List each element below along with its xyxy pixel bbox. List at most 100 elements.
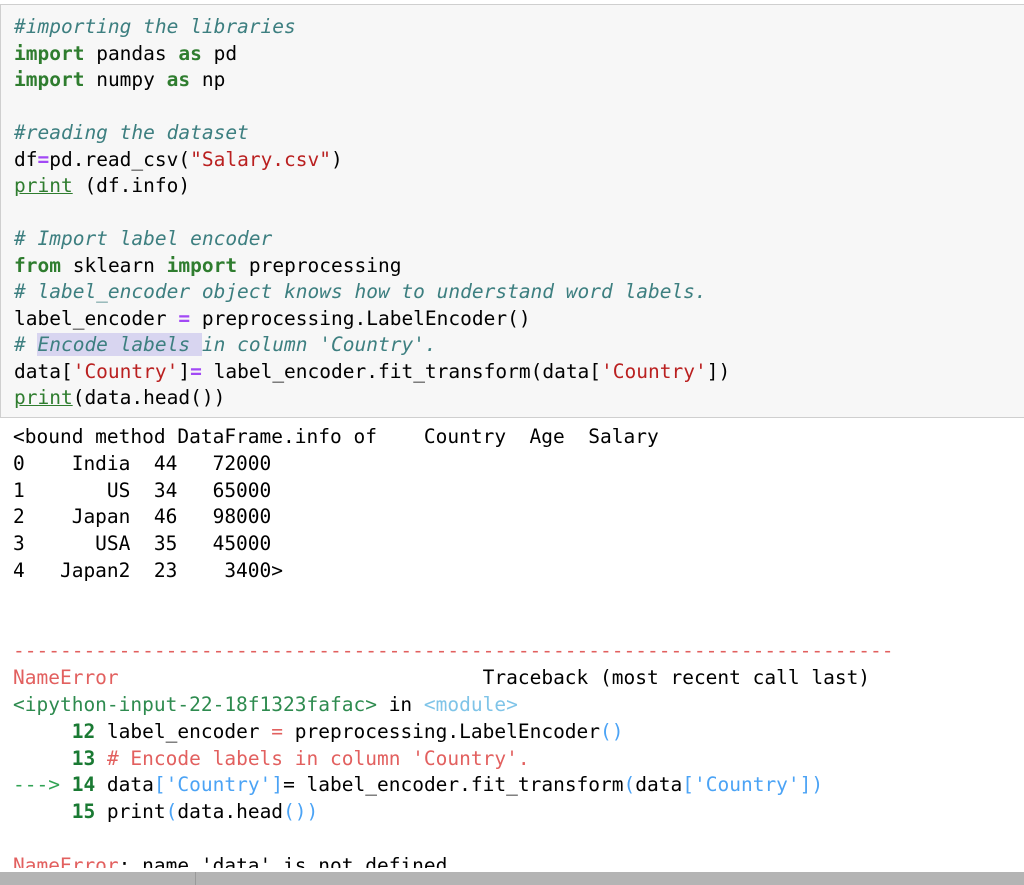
code-editor-area[interactable]: #importing the libraries import pandas a… bbox=[1, 5, 1024, 412]
string-country-2: 'Country' bbox=[601, 359, 707, 383]
module-numpy: numpy bbox=[96, 68, 155, 91]
call-fit-transform: label_encoder.fit_transform(data[ bbox=[201, 359, 602, 383]
operator-equals-3: = bbox=[190, 359, 202, 383]
operator-equals-1: = bbox=[37, 147, 50, 171]
selection-trailing-space bbox=[190, 333, 202, 356]
alias-np: np bbox=[201, 68, 226, 91]
code-line-11: # label_encoder object knows how to unde… bbox=[14, 279, 1024, 306]
frame-bracket-14b: ] bbox=[271, 773, 284, 797]
traceback-header-gap bbox=[119, 666, 483, 689]
frame-string-14a: 'Country' bbox=[165, 773, 272, 797]
frame-comment-13: # Encode labels in column 'Country'. bbox=[106, 746, 530, 770]
code-line-5: #reading the dataset bbox=[14, 120, 1024, 147]
frame-code-15a: print bbox=[95, 800, 166, 824]
code-line-10: from sklearn import preprocessing bbox=[14, 253, 1024, 280]
traceback-frame-line-12: 12 label_encoder = preprocessing.LabelEn… bbox=[0, 719, 1024, 746]
code-line-3: import numpy as np bbox=[14, 67, 1024, 94]
frame-lineno-13: 13 bbox=[71, 746, 96, 770]
module-preprocessing: preprocessing bbox=[248, 253, 402, 277]
separator-dashes: ----------------------------------------… bbox=[13, 639, 894, 663]
text-space-8 bbox=[155, 254, 167, 277]
frame-indent-12 bbox=[13, 720, 72, 743]
table-row: 0 India 44 72000 bbox=[13, 451, 272, 475]
comment-hash-13: # bbox=[14, 333, 38, 356]
text-space-7 bbox=[61, 254, 73, 277]
text-space-5 bbox=[155, 68, 167, 91]
paren-close-1: ) bbox=[331, 147, 343, 171]
code-line-4-blank bbox=[14, 94, 1024, 121]
call-data-head: (data.head()) bbox=[72, 386, 226, 409]
frame-indent-13 bbox=[13, 747, 72, 770]
bracket-close-2: ]) bbox=[706, 359, 731, 383]
var-data-1: data[ bbox=[14, 359, 73, 383]
builtin-print-2: print bbox=[14, 386, 73, 409]
output-blank-1 bbox=[0, 585, 1024, 612]
frame-bracket-14d: ] bbox=[799, 773, 812, 797]
frame-paren-14b: ) bbox=[811, 773, 824, 797]
frame-parens-12: () bbox=[600, 719, 624, 743]
module-ref: <module> bbox=[423, 692, 518, 716]
traceback-separator: ----------------------------------------… bbox=[0, 638, 1024, 665]
horizontal-scrollbar[interactable] bbox=[0, 872, 1024, 885]
var-label-encoder: label_encoder bbox=[14, 306, 179, 330]
table-row: 1 US 34 65000 bbox=[13, 478, 272, 502]
table-row: 4 Japan2 23 3400> bbox=[13, 558, 284, 582]
comment-import-label-encoder: # Import label encoder bbox=[14, 227, 273, 250]
frame-bracket-14a: [ bbox=[153, 773, 166, 797]
selected-text-encode-labels: Encode labels bbox=[37, 333, 191, 356]
frame-code-12: label_encoder bbox=[95, 719, 272, 743]
keyword-as-1: as bbox=[178, 41, 202, 65]
traceback-frame-line-15: 15 print(data.head()) bbox=[0, 799, 1024, 826]
text-space-6 bbox=[190, 68, 202, 91]
frame-code-12b: preprocessing.LabelEncoder bbox=[283, 719, 601, 743]
call-df-info: (df.info) bbox=[72, 174, 191, 197]
keyword-import-2: import bbox=[14, 68, 85, 91]
bracket-close-1: ] bbox=[178, 359, 191, 383]
scrollbar-divider bbox=[195, 872, 196, 885]
output-blank-3 bbox=[0, 826, 1024, 853]
frame-code-15b: data.head bbox=[177, 800, 284, 824]
frame-code-14c: data bbox=[635, 773, 683, 797]
traceback-in-keyword: in bbox=[376, 692, 424, 716]
code-line-8-blank bbox=[14, 200, 1024, 227]
traceback-header: NameError Traceback (most recent call la… bbox=[0, 665, 1024, 692]
builtin-print-1: print bbox=[14, 174, 73, 197]
frame-indent-15 bbox=[13, 800, 72, 823]
frame-code-14a: data bbox=[95, 773, 154, 797]
text-space-3 bbox=[202, 42, 214, 65]
frame-arrow-14: ---> bbox=[13, 773, 72, 797]
traceback-label: Traceback (most recent call last) bbox=[482, 666, 871, 690]
code-line-14: data['Country']= label_encoder.fit_trans… bbox=[14, 359, 1024, 386]
code-line-12: label_encoder = preprocessing.LabelEncod… bbox=[14, 306, 1024, 333]
comment-rest-13: in column 'Country'. bbox=[201, 333, 437, 356]
keyword-as-2: as bbox=[166, 68, 191, 91]
module-pandas: pandas bbox=[96, 41, 167, 65]
table-row: 2 Japan 46 98000 bbox=[13, 505, 272, 529]
traceback-frame-line-14: ---> 14 data['Country']= label_encoder.f… bbox=[0, 772, 1024, 799]
frame-lineno-12: 12 bbox=[71, 719, 96, 743]
code-line-7: print (df.info) bbox=[14, 173, 1024, 200]
text-space-1 bbox=[84, 42, 96, 65]
error-message-line: NameError: name 'data' is not defined bbox=[0, 853, 1024, 868]
string-country-1: 'Country' bbox=[72, 359, 179, 383]
frame-paren-15b: ()) bbox=[283, 800, 319, 824]
text-space-9 bbox=[237, 254, 249, 277]
error-type-label: NameError bbox=[13, 853, 119, 868]
output-dataframe-header: <bound method DataFrame.info of Country … bbox=[13, 425, 659, 448]
code-line-13: # Encode labels in column 'Country'. bbox=[14, 332, 1024, 359]
text-space-4 bbox=[84, 68, 96, 91]
frame-bracket-14c: [ bbox=[682, 773, 694, 797]
text-space-2 bbox=[167, 42, 179, 65]
code-input-cell[interactable]: #importing the libraries import pandas a… bbox=[0, 4, 1024, 418]
keyword-from: from bbox=[14, 253, 61, 277]
comment-label-encoder-object: # label_encoder object knows how to unde… bbox=[14, 280, 707, 303]
var-df: df bbox=[14, 147, 38, 171]
frame-paren-14a: ( bbox=[623, 773, 636, 797]
table-row: 3 USA 35 45000 bbox=[13, 532, 272, 556]
code-line-9: # Import label encoder bbox=[14, 226, 1024, 253]
code-line-6: df=pd.read_csv("Salary.csv") bbox=[14, 147, 1024, 174]
keyword-import-3: import bbox=[166, 253, 238, 277]
frame-lineno-15: 15 bbox=[71, 800, 96, 824]
frame-operator-12: = bbox=[271, 719, 284, 743]
cell-output-area: <bound method DataFrame.info of Country … bbox=[0, 424, 1024, 868]
